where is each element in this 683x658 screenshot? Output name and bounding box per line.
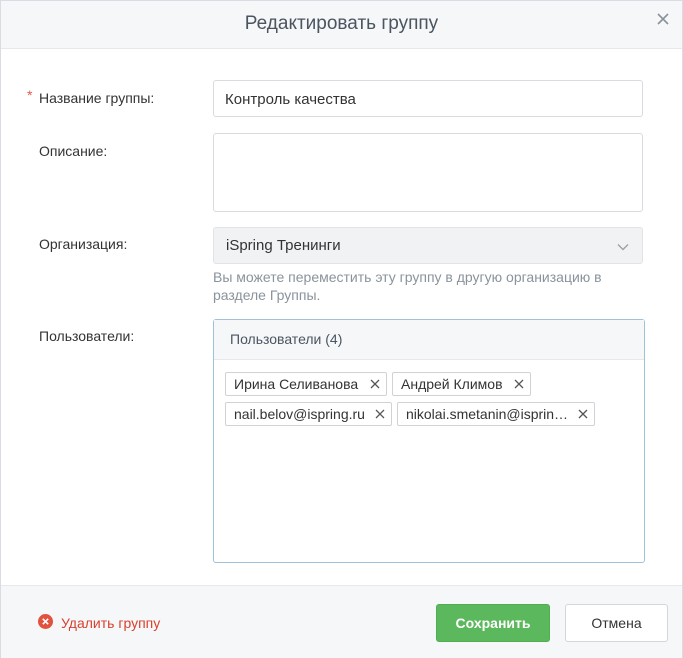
users-picker-header: Пользователи (4) (214, 320, 644, 360)
close-icon[interactable] (654, 10, 672, 28)
dialog-footer: Удалить группу Сохранить Отмена (1, 585, 682, 658)
description-textarea[interactable] (213, 133, 643, 212)
user-tag: nikolai.smetanin@isprin… (397, 402, 595, 426)
save-button[interactable]: Сохранить (436, 604, 550, 642)
organization-label: Организация: (39, 236, 128, 252)
organization-select[interactable]: iSpring Тренинги (213, 227, 643, 264)
tag-remove-icon[interactable] (370, 379, 380, 389)
dialog-header: Редактировать группу (1, 1, 682, 49)
users-label: Пользователи: (39, 328, 135, 344)
organization-value: iSpring Тренинги (226, 237, 341, 254)
dialog-title: Редактировать группу (244, 13, 439, 34)
tag-remove-icon[interactable] (514, 379, 524, 389)
user-tag-label: nikolai.smetanin@isprin… (406, 406, 569, 422)
required-asterisk: * (27, 87, 33, 103)
user-tag-label: Андрей Климов (401, 376, 503, 392)
group-name-value: Контроль качества (225, 91, 356, 108)
delete-group-label: Удалить группу (61, 615, 161, 631)
user-tag: Андрей Климов (392, 372, 531, 396)
description-label: Описание: (39, 143, 108, 159)
organization-hint: Вы можете переместить эту группу в другу… (213, 269, 602, 303)
edit-group-dialog: Редактировать группу * Название группы: … (0, 0, 683, 658)
chevron-down-icon (617, 244, 629, 251)
group-name-label: Название группы: (39, 90, 155, 106)
cancel-button[interactable]: Отмена (565, 604, 668, 642)
user-tag-label: Ирина Селиванова (234, 376, 359, 392)
tag-remove-icon[interactable] (578, 409, 588, 419)
user-tag: Ирина Селиванова (225, 372, 387, 396)
delete-circle-icon (38, 614, 53, 629)
user-tag: nail.belov@ispring.ru (225, 402, 392, 426)
tag-remove-icon[interactable] (375, 409, 385, 419)
users-picker[interactable]: Пользователи (4) Ирина Селиванова Андрей… (213, 319, 645, 563)
user-tag-label: nail.belov@ispring.ru (234, 406, 365, 422)
group-name-input[interactable]: Контроль качества (213, 80, 643, 117)
